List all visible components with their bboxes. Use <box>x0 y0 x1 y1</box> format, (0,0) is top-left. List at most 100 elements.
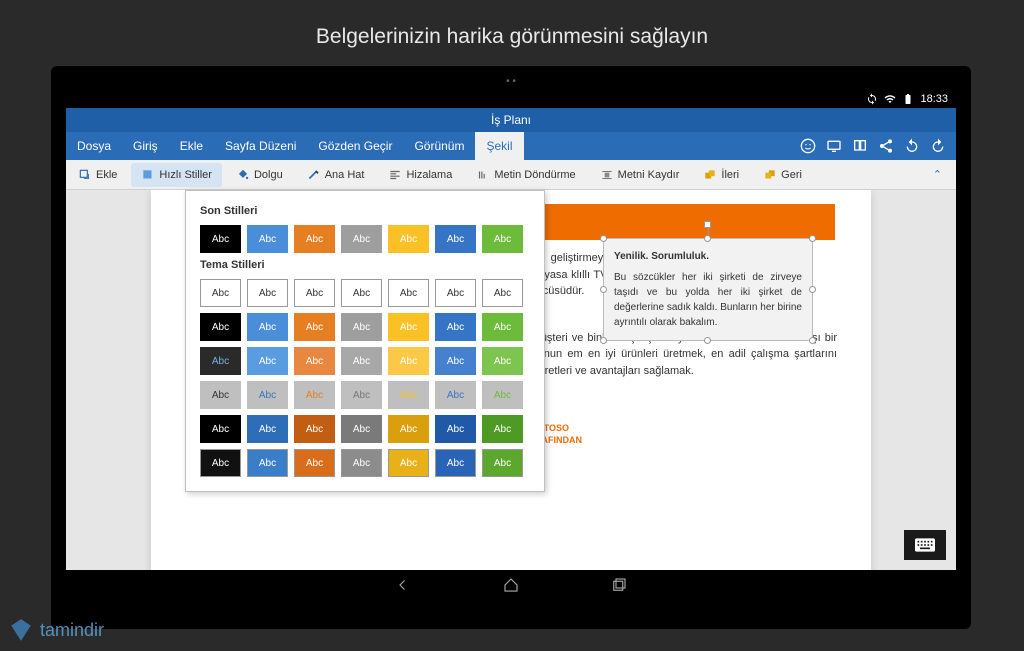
style-swatch[interactable]: Abc <box>482 381 523 409</box>
redo-icon[interactable] <box>930 138 946 154</box>
style-swatch[interactable]: Abc <box>247 279 288 307</box>
tool-metni-kaydir[interactable]: Metni Kaydır <box>590 163 690 187</box>
style-swatch[interactable]: Abc <box>482 347 523 375</box>
style-swatch[interactable]: Abc <box>435 381 476 409</box>
style-swatch[interactable]: Abc <box>294 381 335 409</box>
tool-hizli-stiller[interactable]: Hızlı Stiller <box>131 163 222 187</box>
style-swatch[interactable]: Abc <box>200 381 241 409</box>
home-icon[interactable] <box>502 576 520 594</box>
menu-sekil[interactable]: Şekil <box>475 132 523 160</box>
document-title: İş Planı <box>66 108 956 132</box>
label-son-stiller: Son Stilleri <box>200 205 530 217</box>
quick-styles-dropdown: Son Stilleri AbcAbcAbcAbcAbcAbcAbc Tema … <box>185 190 545 492</box>
tool-geri[interactable]: Geri <box>753 163 812 187</box>
menu-giris[interactable]: Giriş <box>122 132 169 160</box>
style-swatch[interactable]: Abc <box>482 313 523 341</box>
watermark: tamindir <box>8 617 104 643</box>
style-swatch[interactable]: Abc <box>247 225 288 253</box>
android-navbar <box>66 570 956 600</box>
textbox-title: Yenilik. Sorumluluk. <box>614 249 802 264</box>
recent-apps-icon[interactable] <box>610 576 628 594</box>
style-swatch[interactable]: Abc <box>388 347 429 375</box>
tool-ana-hat[interactable]: Ana Hat <box>297 163 375 187</box>
style-swatch[interactable]: Abc <box>200 279 241 307</box>
collapse-ribbon-icon[interactable]: ⌃ <box>933 168 956 181</box>
undo-icon[interactable] <box>904 138 920 154</box>
style-swatch[interactable]: Abc <box>388 415 429 443</box>
style-swatch[interactable]: Abc <box>341 225 382 253</box>
style-swatch[interactable]: Abc <box>200 225 241 253</box>
recent-row: AbcAbcAbcAbcAbcAbcAbc <box>200 225 530 253</box>
style-swatch[interactable]: Abc <box>435 279 476 307</box>
tool-dolgu[interactable]: Dolgu <box>226 163 293 187</box>
display-icon[interactable] <box>826 138 842 154</box>
style-swatch[interactable]: Abc <box>388 381 429 409</box>
keyboard-button[interactable] <box>904 530 946 560</box>
menu-ekle[interactable]: Ekle <box>169 132 214 160</box>
style-swatch[interactable]: Abc <box>482 279 523 307</box>
style-swatch[interactable]: Abc <box>482 449 523 477</box>
style-swatch[interactable]: Abc <box>200 313 241 341</box>
smile-icon[interactable] <box>800 138 816 154</box>
style-swatch[interactable]: Abc <box>294 279 335 307</box>
book-icon[interactable] <box>852 138 868 154</box>
camera-dots: • • <box>66 78 956 86</box>
style-swatch[interactable]: Abc <box>435 225 476 253</box>
style-swatch[interactable]: Abc <box>341 449 382 477</box>
theme-row: AbcAbcAbcAbcAbcAbcAbc <box>200 313 530 341</box>
style-swatch[interactable]: Abc <box>435 449 476 477</box>
tool-hizalama[interactable]: Hizalama <box>378 163 462 187</box>
style-swatch[interactable]: Abc <box>294 225 335 253</box>
style-swatch[interactable]: Abc <box>247 449 288 477</box>
style-swatch[interactable]: Abc <box>341 347 382 375</box>
style-swatch[interactable]: Abc <box>294 313 335 341</box>
style-swatch[interactable]: Abc <box>341 415 382 443</box>
share-icon[interactable] <box>878 138 894 154</box>
style-swatch[interactable]: Abc <box>388 225 429 253</box>
theme-row: AbcAbcAbcAbcAbcAbcAbc <box>200 279 530 307</box>
style-swatch[interactable]: Abc <box>247 347 288 375</box>
tablet-frame: • • 18:33 İş Planı Dosya Giriş Ekle Sayf… <box>51 66 971 629</box>
style-swatch[interactable]: Abc <box>435 347 476 375</box>
selected-textbox[interactable]: Yenilik. Sorumluluk. Bu sözcükler her ik… <box>603 238 813 341</box>
style-swatch[interactable]: Abc <box>247 381 288 409</box>
style-swatch[interactable]: Abc <box>341 381 382 409</box>
menu-dosya[interactable]: Dosya <box>66 132 122 160</box>
style-swatch[interactable]: Abc <box>388 279 429 307</box>
theme-row: AbcAbcAbcAbcAbcAbcAbc <box>200 449 530 477</box>
theme-row: AbcAbcAbcAbcAbcAbcAbc <box>200 381 530 409</box>
menu-sayfa-duzeni[interactable]: Sayfa Düzeni <box>214 132 307 160</box>
style-swatch[interactable]: Abc <box>247 313 288 341</box>
sync-icon <box>866 93 878 105</box>
style-swatch[interactable]: Abc <box>482 225 523 253</box>
theme-row: AbcAbcAbcAbcAbcAbcAbc <box>200 347 530 375</box>
menu-gorunum[interactable]: Görünüm <box>403 132 475 160</box>
style-swatch[interactable]: Abc <box>294 449 335 477</box>
menu-gozden-gecir[interactable]: Gözden Geçir <box>307 132 403 160</box>
back-icon[interactable] <box>394 576 412 594</box>
style-swatch[interactable]: Abc <box>435 313 476 341</box>
menu-right <box>800 138 956 154</box>
style-swatch[interactable]: Abc <box>388 449 429 477</box>
style-swatch[interactable]: Abc <box>200 347 241 375</box>
tool-ekle[interactable]: Ekle <box>68 163 127 187</box>
style-swatch[interactable]: Abc <box>435 415 476 443</box>
label-tema-stilleri: Tema Stilleri <box>200 259 530 271</box>
style-swatch[interactable]: Abc <box>200 415 241 443</box>
tool-ileri[interactable]: İleri <box>693 163 749 187</box>
style-swatch[interactable]: Abc <box>341 279 382 307</box>
style-swatch[interactable]: Abc <box>388 313 429 341</box>
style-swatch[interactable]: Abc <box>482 415 523 443</box>
style-swatch[interactable]: Abc <box>247 415 288 443</box>
style-swatch[interactable]: Abc <box>294 415 335 443</box>
style-swatch[interactable]: Abc <box>200 449 241 477</box>
time: 18:33 <box>920 93 948 105</box>
wifi-icon <box>884 93 896 105</box>
toolbar: Ekle Hızlı Stiller Dolgu Ana Hat Hizalam… <box>66 160 956 190</box>
slogan: Belgelerinizin harika görünmesini sağlay… <box>0 25 1024 49</box>
tool-metin-dondurme[interactable]: Metin Döndürme <box>466 163 585 187</box>
android-statusbar: 18:33 <box>66 90 956 108</box>
style-swatch[interactable]: Abc <box>294 347 335 375</box>
style-swatch[interactable]: Abc <box>341 313 382 341</box>
textbox-body: Bu sözcükler her iki şirketi de zirveye … <box>614 270 802 330</box>
